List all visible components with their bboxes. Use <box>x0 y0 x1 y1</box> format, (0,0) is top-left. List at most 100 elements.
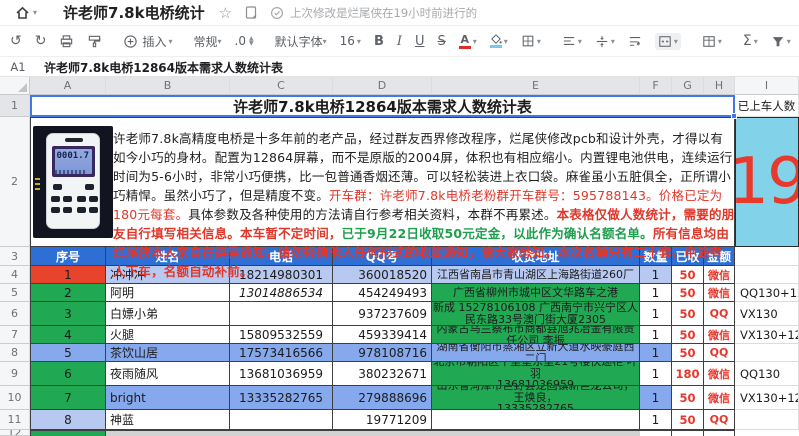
cell-D10[interactable]: 279888696 <box>333 386 432 410</box>
cell-F8[interactable]: 1 <box>640 344 672 362</box>
cell-B7[interactable]: 火腿 <box>106 326 230 344</box>
redo-button[interactable]: ↻ <box>35 33 47 49</box>
row-header-7[interactable]: 7 <box>0 326 30 344</box>
font-family-select[interactable]: 默认字体 ▾ <box>275 33 327 50</box>
row-header-9[interactable]: 9 <box>0 362 30 386</box>
cell-F7[interactable]: 1 <box>640 326 672 344</box>
col-header-A[interactable]: A <box>30 77 106 95</box>
cell-C6[interactable] <box>230 302 333 326</box>
row-header-12[interactable]: 12 <box>0 430 30 436</box>
font-color-button[interactable]: A ▾ <box>458 34 477 49</box>
cell-G10[interactable]: 50 <box>672 386 704 410</box>
cell-A9[interactable]: 6 <box>30 362 106 386</box>
borders-button[interactable]: ▾ <box>521 34 541 48</box>
col-header-I[interactable]: I <box>735 77 799 95</box>
row-header-2[interactable]: 2 <box>0 117 30 247</box>
cell-I8[interactable] <box>735 344 799 362</box>
cell-H7[interactable]: 微信 <box>704 326 735 344</box>
cell-E7[interactable]: 内蒙古乌兰察布市商都县旭兆冶金有限责任公司 李振 <box>432 326 640 344</box>
cell-E8[interactable]: 湖南省衡阳市蒸湘区立新大道水映豪庭西二门 <box>432 344 640 362</box>
cell-H11[interactable]: QQ <box>704 410 735 430</box>
col-header-G[interactable]: G <box>672 77 704 95</box>
decimal-stepper-icon[interactable]: ▲ ▼ <box>249 36 254 47</box>
cell-B6[interactable]: 白嫖小弟 <box>106 302 230 326</box>
row-header-1[interactable]: 1 <box>0 95 30 117</box>
boarded-label-cell[interactable]: 已上车人数 <box>735 95 799 117</box>
number-format-select[interactable]: 常规 ▾ <box>194 33 222 50</box>
cell-E6[interactable]: 新成 15278106108 广西南宁市兴宁区人民东路33号澳门街大厦2305 <box>432 302 640 326</box>
formula-input[interactable]: 许老师7.8k电桥12864版本需求人数统计表 <box>44 59 283 76</box>
cell-G12[interactable] <box>672 430 704 436</box>
cell-G9[interactable]: 180 <box>672 362 704 386</box>
cell-H5[interactable]: 微信 <box>704 284 735 302</box>
cell-F5[interactable]: 1 <box>640 284 672 302</box>
col-header-E[interactable]: E <box>432 77 640 95</box>
filter-button[interactable]: ▾ <box>771 35 791 48</box>
cell-C10[interactable]: 13335282765 <box>230 386 333 410</box>
strikethrough-button[interactable]: S <box>438 34 446 49</box>
row-header-11[interactable]: 11 <box>0 410 30 430</box>
cell-G7[interactable]: 50 <box>672 326 704 344</box>
cell-D11[interactable]: 19771209 <box>333 410 432 430</box>
cell-G6[interactable]: 50 <box>672 302 704 326</box>
cell-B12[interactable] <box>106 430 640 436</box>
cell-H10[interactable]: 微信 <box>704 386 735 410</box>
cell-F11[interactable]: 1 <box>640 410 672 430</box>
cell-C5[interactable]: 13014886534 <box>230 284 333 302</box>
cell-I6[interactable]: VX130 <box>735 302 799 326</box>
col-header-H[interactable]: H <box>704 77 735 95</box>
cell-F10[interactable]: 1 <box>640 386 672 410</box>
cell-B9[interactable]: 夜雨随风 <box>106 362 230 386</box>
fill-color-button[interactable]: ▾ <box>489 34 508 48</box>
cell-G11[interactable]: 50 <box>672 410 704 430</box>
name-box[interactable]: A1 <box>0 60 36 74</box>
cell-C8[interactable]: 17573416566 <box>230 344 333 362</box>
table-button[interactable]: ▾ <box>702 35 722 48</box>
cell-I4[interactable] <box>735 266 799 284</box>
cell-I3[interactable] <box>735 247 799 266</box>
cell-A7[interactable]: 4 <box>30 326 106 344</box>
italic-button[interactable]: I <box>397 34 402 49</box>
row-header-6[interactable]: 6 <box>0 302 30 326</box>
cell-B5[interactable]: 阿明 <box>106 284 230 302</box>
row-header-10[interactable]: 10 <box>0 386 30 410</box>
underline-button[interactable]: U <box>415 34 425 49</box>
undo-button[interactable]: ↺ <box>10 33 22 49</box>
description-cell[interactable]: 许老师7.8k高精度电桥是十多年前的老产品，经过群友西界修改程序，烂尾侠修改pc… <box>113 129 735 281</box>
col-header-C[interactable]: C <box>230 77 333 95</box>
cell-D8[interactable]: 978108716 <box>333 344 432 362</box>
row-header-3[interactable]: 3 <box>0 247 30 266</box>
row-header-5[interactable]: 5 <box>0 284 30 302</box>
cell-D9[interactable]: 380232671 <box>333 362 432 386</box>
decimal-control[interactable]: .0 ▲ ▼ <box>235 34 254 48</box>
cell-B11[interactable]: 神蓝 <box>106 410 230 430</box>
boarded-count-cell[interactable]: 19 <box>735 117 799 247</box>
cell-A12[interactable] <box>30 430 106 436</box>
col-header-D[interactable]: D <box>333 77 432 95</box>
cell-F9[interactable]: 1 <box>640 362 672 386</box>
cell-A11[interactable]: 8 <box>30 410 106 430</box>
merge-cells-button[interactable]: ▾ <box>654 32 681 50</box>
cell-E5[interactable]: 广西省柳州市城中区文华路车之港 <box>432 284 640 302</box>
cell-E10[interactable]: 山东省菏泽市巨野县龙固镇新巨龙公司，王焕良， 13335282765 <box>432 386 640 410</box>
cell-C11[interactable] <box>230 410 333 430</box>
cell-E9[interactable]: 北京市朝阳区十里堡东里21号楼快递柜 叶羽 13681036959 <box>432 362 640 386</box>
row-header-4[interactable]: 4 <box>0 266 30 284</box>
table-header-A[interactable]: 序号 <box>30 247 106 266</box>
cell-A8[interactable]: 5 <box>30 344 106 362</box>
cell-D6[interactable]: 937237609 <box>333 302 432 326</box>
cell-F12[interactable] <box>640 430 672 436</box>
cell-I7[interactable]: VX130+12 <box>735 326 799 344</box>
row-header-8[interactable]: 8 <box>0 344 30 362</box>
copy-doc-button[interactable] <box>244 5 258 20</box>
cell-I11[interactable] <box>735 410 799 430</box>
favorite-star-icon[interactable]: ☆ <box>219 4 232 22</box>
cell-D5[interactable]: 454249493 <box>333 284 432 302</box>
select-all-corner[interactable] <box>0 77 30 95</box>
wrap-text-button[interactable] <box>628 35 642 47</box>
cell-H8[interactable]: QQ <box>704 344 735 362</box>
cell-H9[interactable]: 微信 <box>704 362 735 386</box>
sheet-title-cell[interactable]: 许老师7.8k电桥12864版本需求人数统计表 <box>30 95 735 117</box>
cell-G8[interactable]: 50 <box>672 344 704 362</box>
horizontal-align-button[interactable]: ▾ <box>562 35 582 47</box>
